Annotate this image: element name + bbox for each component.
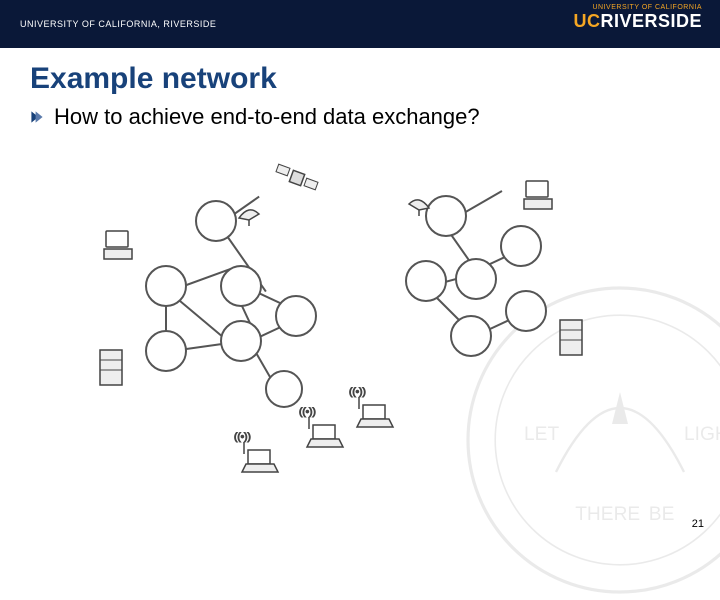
- computer-icon: [520, 175, 560, 215]
- slide-header: UNIVERSITY OF CALIFORNIA, RIVERSIDE UNIV…: [0, 0, 720, 48]
- slide-title: Example network: [30, 62, 720, 96]
- server-icon: [555, 315, 590, 360]
- router-node: [145, 330, 187, 372]
- network-diagram: ((•)) ((•)) ((•)): [80, 170, 640, 490]
- bullet-row: How to achieve end-to-end data exchange?: [30, 104, 720, 130]
- logo-small-text: UNIVERSITY OF CALIFORNIA: [573, 4, 702, 11]
- satellite-dish-icon: [405, 190, 433, 218]
- svg-text:((•)): ((•)): [299, 407, 316, 418]
- logo-uc-prefix: UC: [573, 11, 600, 31]
- server-icon: [95, 345, 130, 390]
- router-node: [220, 320, 262, 362]
- router-node: [405, 260, 447, 302]
- router-node: [505, 290, 547, 332]
- router-node: [265, 370, 303, 408]
- router-node: [500, 225, 542, 267]
- university-name-left: UNIVERSITY OF CALIFORNIA, RIVERSIDE: [20, 19, 216, 29]
- svg-text:((•)): ((•)): [234, 432, 251, 443]
- logo-riverside: RIVERSIDE: [600, 11, 702, 31]
- bullet-text: How to achieve end-to-end data exchange?: [54, 104, 480, 130]
- router-node: [145, 265, 187, 307]
- wireless-laptop-icon: ((•)): [345, 385, 395, 430]
- satellite-icon: [275, 158, 320, 198]
- page-number: 21: [692, 518, 704, 530]
- computer-icon: [100, 225, 140, 265]
- wireless-laptop-icon: ((•)): [230, 430, 280, 475]
- svg-text:THERE: THERE: [575, 504, 640, 525]
- logo-big-text: UCRIVERSIDE: [573, 11, 702, 32]
- router-node: [450, 315, 492, 357]
- svg-text:BE: BE: [649, 504, 675, 525]
- router-node: [275, 295, 317, 337]
- logo-right: UNIVERSITY OF CALIFORNIA UCRIVERSIDE: [573, 4, 702, 32]
- router-node: [455, 258, 497, 300]
- satellite-dish-icon: [235, 200, 263, 228]
- router-node: [220, 265, 262, 307]
- router-node: [195, 200, 237, 242]
- chevron-icon: [30, 110, 44, 124]
- wireless-laptop-icon: ((•)): [295, 405, 345, 450]
- svg-text:LIGHT: LIGHT: [684, 424, 720, 445]
- svg-text:((•)): ((•)): [349, 387, 366, 398]
